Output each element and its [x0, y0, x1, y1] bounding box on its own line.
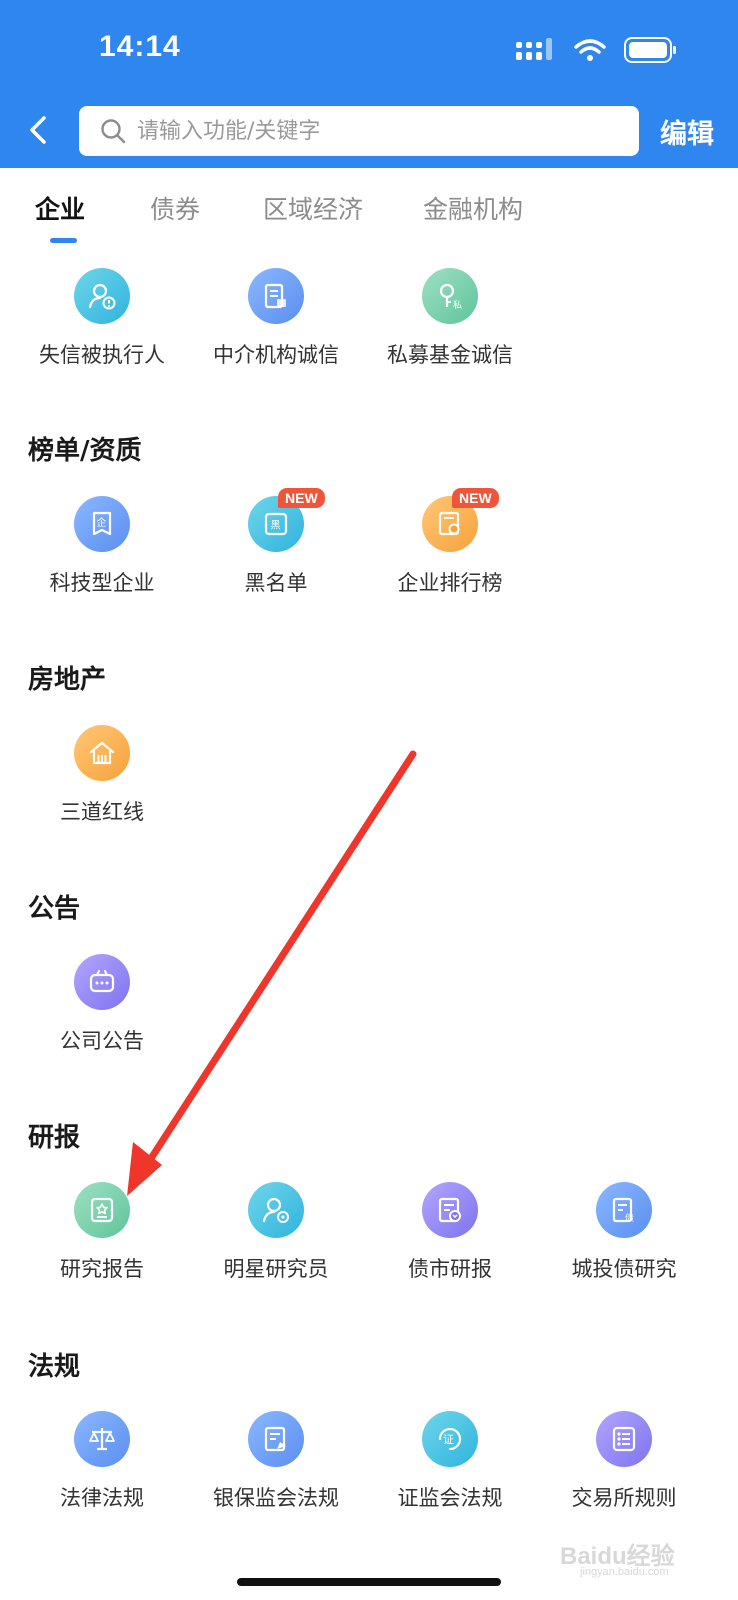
category-tabs: 企业 债券 区域经济 金融机构	[0, 168, 738, 248]
status-icons	[516, 37, 678, 63]
watermark-url: jingyan.baidu.com	[580, 1566, 669, 1578]
new-badge: NEW	[278, 488, 325, 508]
item-label: 研究报告	[60, 1257, 144, 1281]
section-title-regulations: 法规	[28, 1352, 81, 1382]
item-label: 中介机构诚信	[213, 343, 339, 367]
item-label: 私募基金诚信	[387, 343, 513, 367]
private-fund-icon: 私	[422, 268, 478, 324]
search-box[interactable]	[79, 106, 639, 156]
item-label: 交易所规则	[571, 1486, 677, 1510]
chat-bubble-icon	[74, 954, 130, 1010]
bond-report-icon	[422, 1182, 478, 1238]
insurance-doc-icon	[248, 1411, 304, 1467]
edit-button[interactable]: 编辑	[660, 112, 714, 151]
svg-text:债: 债	[625, 1212, 634, 1224]
section-title-announcements: 公告	[28, 894, 81, 924]
scales-icon	[74, 1411, 130, 1467]
tab-regional-economy[interactable]: 区域经济	[263, 190, 363, 226]
wifi-icon	[574, 39, 606, 61]
enterprise-badge-icon: 企	[74, 496, 130, 552]
section-title-real-estate: 房地产	[28, 665, 107, 695]
item-label: 失信被执行人	[39, 343, 165, 367]
item-label: 公司公告	[60, 1029, 144, 1053]
item-exchange-rules[interactable]: 交易所规则	[534, 1411, 714, 1512]
item-label: 三道红线	[60, 800, 144, 824]
section-title-research: 研报	[28, 1123, 81, 1153]
home-indicator[interactable]	[237, 1578, 501, 1586]
status-time: 14:14	[99, 30, 181, 63]
certificate-icon: 证	[422, 1411, 478, 1467]
tab-financial-institutions[interactable]: 金融机构	[423, 190, 523, 226]
item-label: 债市研报	[408, 1257, 492, 1281]
item-intermediary-credit[interactable]: 中介机构诚信	[186, 268, 366, 369]
item-tech-enterprise[interactable]: 企 科技型企业	[12, 496, 192, 597]
search-input[interactable]	[135, 117, 619, 145]
item-label: 黑名单	[244, 571, 308, 595]
ranking-certificate-icon: NEW	[422, 488, 499, 552]
item-research-report[interactable]: 研究报告	[12, 1182, 192, 1283]
exchange-rules-icon	[596, 1411, 652, 1467]
item-cbirc-regulations[interactable]: 银保监会法规	[186, 1411, 366, 1512]
search-icon	[101, 119, 126, 144]
item-label: 明星研究员	[223, 1257, 329, 1281]
report-icon	[74, 1182, 130, 1238]
item-label: 城投债研究	[571, 1257, 677, 1281]
item-enterprise-ranking[interactable]: NEW 企业排行榜	[360, 488, 540, 597]
back-button[interactable]	[20, 110, 60, 150]
svg-text:私: 私	[453, 300, 462, 311]
item-company-announcement[interactable]: 公司公告	[12, 954, 192, 1055]
battery-icon	[624, 37, 676, 63]
section-title-rankings: 榜单/资质	[28, 436, 142, 466]
item-private-fund-credit[interactable]: 私 私募基金诚信	[360, 268, 540, 369]
item-label: 科技型企业	[49, 571, 155, 595]
item-label: 法律法规	[60, 1486, 144, 1510]
svg-text:企: 企	[97, 516, 107, 529]
item-star-researcher[interactable]: 明星研究员	[186, 1182, 366, 1283]
item-blacklist[interactable]: 黑 NEW 黑名单	[186, 488, 366, 597]
active-tab-indicator	[50, 238, 77, 243]
item-three-red-lines[interactable]: 三道红线	[12, 725, 192, 826]
cellular-signal-icon	[516, 38, 552, 60]
tab-bonds[interactable]: 债券	[150, 190, 200, 226]
item-label: 企业排行榜	[397, 571, 503, 595]
blacklist-icon: 黑 NEW	[248, 488, 325, 552]
item-dishonest-debtor[interactable]: 失信被执行人	[12, 268, 192, 369]
chevron-left-icon	[30, 116, 46, 144]
tab-enterprise[interactable]: 企业	[35, 190, 85, 226]
svg-text:证: 证	[443, 1433, 454, 1446]
researcher-icon	[248, 1182, 304, 1238]
item-bond-market-report[interactable]: 债市研报	[360, 1182, 540, 1283]
item-label: 银保监会法规	[213, 1486, 339, 1510]
svg-text:黑: 黑	[271, 520, 281, 532]
item-city-bond-research[interactable]: 债 城投债研究	[534, 1182, 714, 1283]
city-bond-icon: 债	[596, 1182, 652, 1238]
item-csrc-regulations[interactable]: 证 证监会法规	[360, 1411, 540, 1512]
item-label: 证监会法规	[397, 1486, 503, 1510]
new-badge: NEW	[452, 488, 499, 508]
house-icon	[74, 725, 130, 781]
document-icon	[248, 268, 304, 324]
item-laws-regulations[interactable]: 法律法规	[12, 1411, 192, 1512]
person-alert-icon	[74, 268, 130, 324]
